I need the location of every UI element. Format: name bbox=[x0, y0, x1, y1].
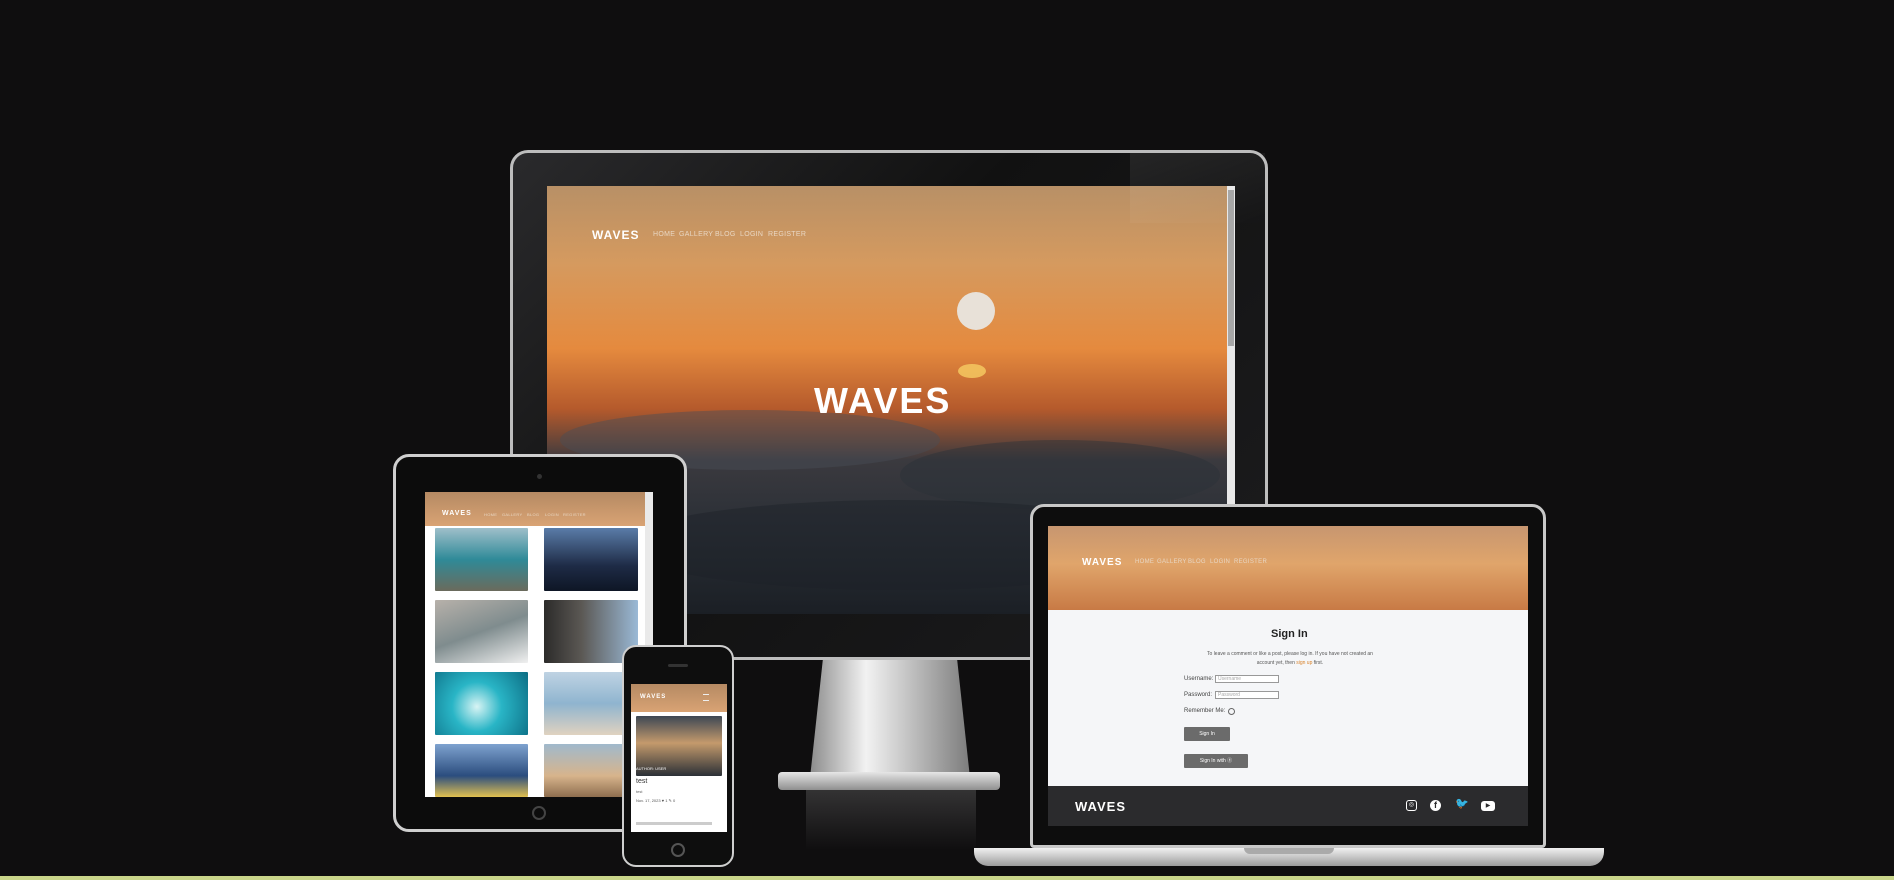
gallery-image[interactable] bbox=[435, 600, 528, 663]
tablet-nav-gallery[interactable]: GALLERY bbox=[502, 512, 522, 517]
tablet-nav-register[interactable]: REGISTER bbox=[563, 512, 586, 517]
post-author: AUTHOR: USER bbox=[636, 766, 667, 771]
sun bbox=[957, 292, 995, 330]
tablet-nav-home[interactable]: HOME bbox=[484, 512, 497, 517]
laptop-logo[interactable]: WAVES bbox=[1082, 557, 1122, 568]
wave-shape bbox=[900, 440, 1220, 510]
remember-me-label: Remember Me: bbox=[1184, 708, 1226, 714]
facebook-icon[interactable]: f bbox=[1430, 800, 1441, 811]
screen-glare bbox=[1130, 153, 1265, 223]
phone-logo[interactable]: WAVES bbox=[640, 694, 666, 700]
post-excerpt: test bbox=[636, 789, 643, 794]
signin-with-google-button[interactable]: Sign In with ⓖ bbox=[1184, 754, 1248, 768]
gallery-image[interactable] bbox=[544, 528, 638, 591]
tablet-nav-blog[interactable]: BLOG bbox=[527, 512, 539, 517]
bottom-accent-line bbox=[0, 876, 1894, 880]
nav-register[interactable]: REGISTER bbox=[768, 231, 806, 238]
sun-reflection bbox=[958, 364, 986, 378]
username-input[interactable]: Username bbox=[1215, 675, 1279, 683]
signin-intro-line-2: account yet, then sign up first. bbox=[1185, 660, 1395, 666]
desktop-scroll-thumb[interactable] bbox=[1228, 190, 1234, 346]
tablet-home-button[interactable] bbox=[532, 806, 546, 820]
tablet-header bbox=[425, 492, 653, 526]
laptop-nav-blog[interactable]: BLOG bbox=[1188, 559, 1206, 565]
gallery-image[interactable] bbox=[435, 528, 528, 591]
phone-speaker bbox=[668, 664, 688, 667]
nav-logo[interactable]: WAVES bbox=[592, 228, 639, 242]
remember-me-checkbox[interactable] bbox=[1228, 708, 1235, 715]
footer-logo[interactable]: WAVES bbox=[1075, 799, 1126, 814]
username-label: Username: bbox=[1184, 676, 1214, 682]
phone-home-button[interactable] bbox=[671, 843, 685, 857]
laptop-hero-banner bbox=[1048, 526, 1528, 610]
laptop-nav-login[interactable]: LOGIN bbox=[1210, 559, 1230, 565]
post-title[interactable]: test bbox=[636, 778, 647, 785]
signin-intro-line-1: To leave a comment or like a post, pleas… bbox=[1207, 651, 1373, 657]
laptop-notch bbox=[1244, 848, 1334, 854]
laptop-nav-gallery[interactable]: GALLERY bbox=[1157, 559, 1187, 565]
gallery-image[interactable] bbox=[435, 744, 528, 797]
nav-home[interactable]: HOME bbox=[653, 231, 675, 238]
hamburger-icon[interactable] bbox=[703, 694, 709, 701]
signup-link[interactable]: sign up bbox=[1296, 660, 1312, 666]
signin-title: Sign In bbox=[1271, 628, 1308, 640]
instagram-icon[interactable]: ◎ bbox=[1406, 800, 1417, 811]
monitor-stand bbox=[810, 660, 970, 778]
tablet-nav-login[interactable]: LOGIN bbox=[545, 512, 559, 517]
signin-intro-text-end: first. bbox=[1312, 660, 1324, 666]
signin-button[interactable]: Sign In bbox=[1184, 727, 1230, 741]
youtube-icon[interactable]: ▶ bbox=[1481, 801, 1495, 811]
nav-gallery[interactable]: GALLERY bbox=[679, 231, 713, 238]
tablet-logo[interactable]: WAVES bbox=[442, 510, 472, 517]
stand-reflection bbox=[806, 790, 976, 850]
nav-login[interactable]: LOGIN bbox=[740, 231, 763, 238]
password-label: Password: bbox=[1184, 692, 1213, 698]
hero-logo: WAVES bbox=[814, 380, 952, 421]
password-input[interactable]: Password bbox=[1215, 691, 1279, 699]
post-meta: Nov. 17, 2023 ♥ 1 ✎ 0 bbox=[636, 798, 676, 803]
nav-blog[interactable]: BLOG bbox=[715, 231, 736, 238]
monitor-stand-base bbox=[778, 772, 1000, 790]
laptop-nav-register[interactable]: REGISTER bbox=[1234, 559, 1267, 565]
signin-intro-text: account yet, then bbox=[1256, 660, 1297, 666]
twitter-icon[interactable]: 🐦 bbox=[1455, 799, 1469, 810]
phone-scrollbar[interactable] bbox=[636, 822, 712, 825]
tablet-camera bbox=[537, 474, 542, 479]
gallery-image[interactable] bbox=[435, 672, 528, 735]
laptop-nav-home[interactable]: HOME bbox=[1135, 559, 1154, 565]
